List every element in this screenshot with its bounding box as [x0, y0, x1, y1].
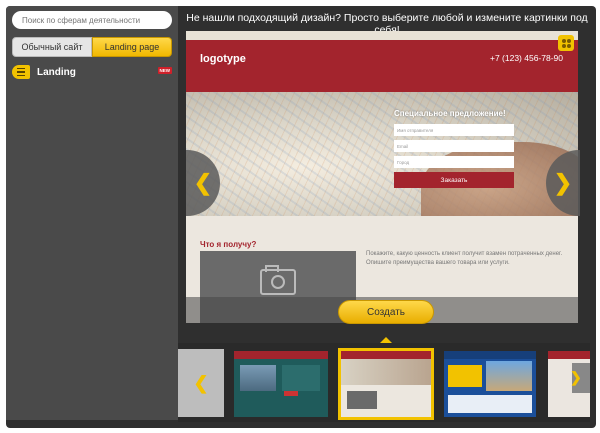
camera-icon — [260, 265, 296, 295]
preview-email-field: Email — [394, 140, 514, 152]
preview-topstrip — [186, 31, 578, 40]
thumb-header — [444, 351, 536, 359]
sidebar: Обычный сайт Landing page Landing NEW — [6, 6, 178, 420]
sidebar-item-landing[interactable]: Landing NEW — [12, 64, 178, 80]
thumb-image — [341, 359, 431, 385]
thumb-image — [486, 361, 532, 391]
thumb-image — [240, 365, 276, 391]
thumb-text-block — [282, 365, 320, 391]
preview-hero-image: Специальное предложение! Имя отправителя… — [186, 92, 578, 216]
thumb-image — [347, 391, 377, 409]
preview-order-button: Заказать — [394, 172, 514, 188]
search-input[interactable] — [12, 11, 172, 29]
sidebar-item-label: Landing — [37, 66, 76, 78]
template-thumb[interactable] — [444, 351, 536, 417]
preview-section-title: Что я получу? — [200, 240, 257, 249]
preview-phone: +7 (123) 456-78-90 — [489, 53, 563, 63]
preview-name-field: Имя отправителя — [394, 124, 514, 136]
thumb-header — [234, 351, 328, 359]
toggle-regular-site[interactable]: Обычный сайт — [12, 37, 92, 57]
template-thumb-selected[interactable] — [338, 348, 434, 420]
new-badge: NEW — [157, 67, 172, 74]
preview-city-field: Город — [394, 156, 514, 168]
carousel-prev-arrow[interactable]: ❮ — [178, 349, 224, 417]
thumb-form — [448, 365, 482, 387]
thumb-features — [448, 395, 532, 413]
template-preview[interactable]: logotype +7 (123) 456-78-90 Специальное … — [186, 31, 578, 323]
thumb-header — [341, 351, 431, 359]
expand-icon[interactable] — [558, 35, 574, 51]
thumb-header — [548, 351, 590, 359]
menu-icon — [12, 65, 30, 79]
preview-form-title: Специальное предложение! — [394, 109, 506, 118]
template-thumb[interactable] — [548, 351, 590, 417]
preview-section-text: Покажите, какую ценность клиент получит … — [366, 251, 563, 266]
thumb-button — [284, 391, 298, 396]
create-button[interactable]: Создать — [338, 300, 434, 324]
template-thumb[interactable] — [234, 351, 328, 417]
carousel-next-arrow[interactable]: ❯ — [570, 369, 582, 386]
site-type-toggle: Обычный сайт Landing page — [12, 37, 172, 57]
template-carousel: ❮ ❯ — [178, 343, 590, 422]
preview-logo: logotype — [200, 53, 246, 65]
preview-header — [186, 40, 578, 92]
toggle-landing-page[interactable]: Landing page — [92, 37, 172, 57]
